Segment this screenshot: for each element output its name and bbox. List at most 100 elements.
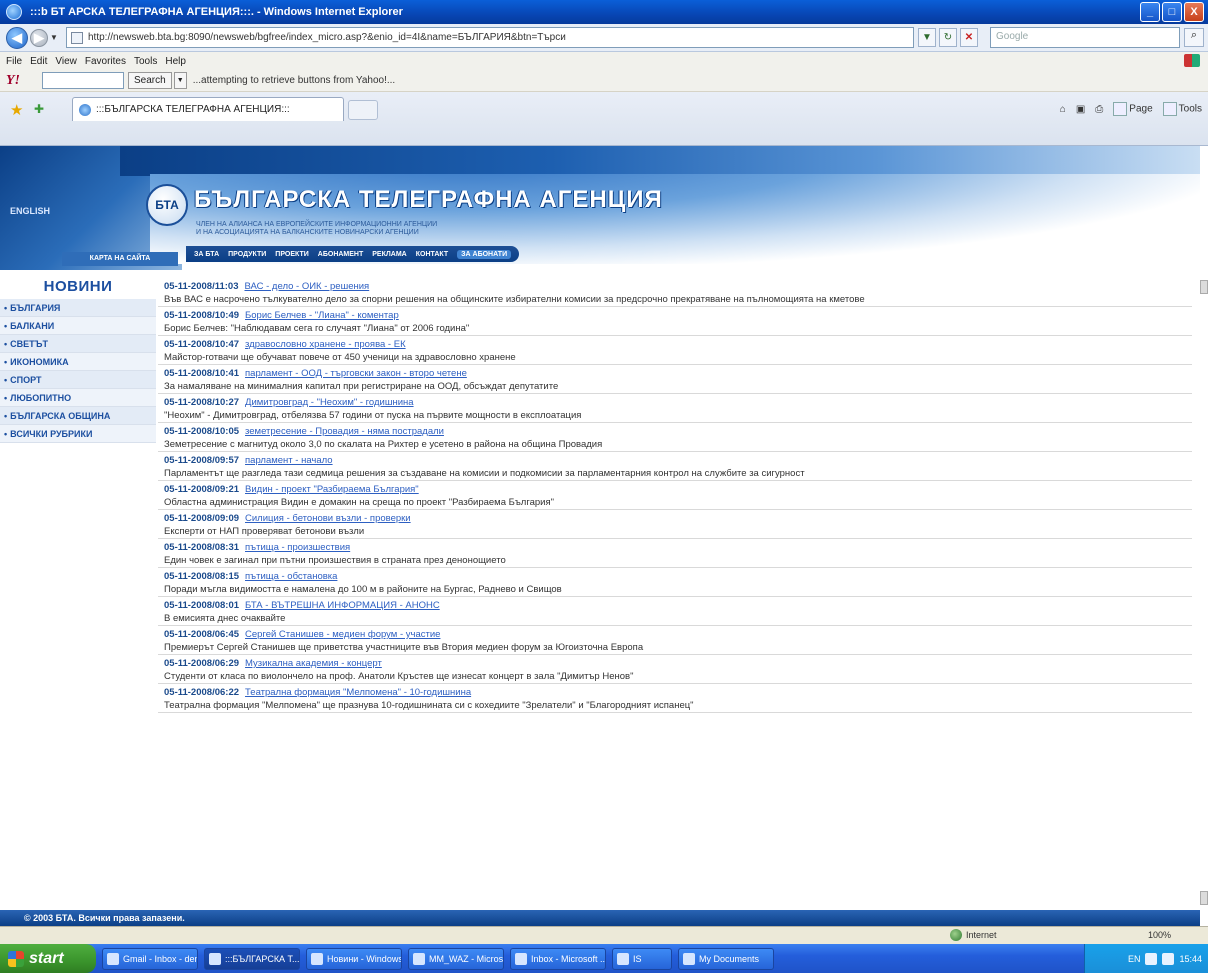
taskbar-item-gmail[interactable]: Gmail - Inbox - den... [102, 947, 198, 970]
news-item: 05-11-2008/09:57 парламент - начало Парлам… [158, 452, 1192, 481]
news-date: 05-11-2008/10:05 [164, 426, 240, 437]
news-link[interactable]: парламент - ООД - търговски закон - втор… [245, 368, 467, 379]
security-zone[interactable]: Internet [950, 929, 997, 941]
tools-menu[interactable]: Tools [1162, 102, 1202, 116]
bullet-icon: • [4, 392, 8, 403]
zone-label: Internet [966, 930, 997, 940]
menu-edit[interactable]: Edit [30, 56, 47, 67]
add-favorite-icon[interactable]: ✚ [34, 102, 44, 116]
menu-tools[interactable]: Tools [134, 56, 157, 67]
yahoo-search-input[interactable] [42, 72, 124, 89]
news-link[interactable]: пътища - произшествия [245, 542, 350, 553]
page-menu[interactable]: Page [1113, 102, 1153, 116]
taskbar-item-bta[interactable]: :::БЪЛГАРСКА Т... [204, 947, 300, 970]
news-link[interactable]: Музикална академия - концерт [245, 658, 382, 669]
agency-subtitle-2: И НА АСОЦИАЦИЯТА НА БАЛКАНСКИТЕ НОВИНАРС… [196, 229, 419, 236]
history-dropdown-icon[interactable]: ▼ [50, 33, 58, 42]
news-item: 05-11-2008/08:31 пътища - произшествия Еди… [158, 539, 1192, 568]
news-link[interactable]: Борис Белчев - "Лиана" - коментар [245, 310, 399, 321]
news-summary: Майстор-готвачи ще обучават повече от 45… [164, 352, 516, 363]
scroll-down-button[interactable] [1200, 891, 1208, 905]
sidebar-item-bulgaria[interactable]: • БЪЛГАРИЯ [0, 299, 156, 317]
menu-help[interactable]: Help [165, 56, 186, 67]
taskbar-item-documents[interactable]: My Documents [678, 947, 774, 970]
menu-view[interactable]: View [55, 56, 77, 67]
taskbar-item-word[interactable]: MM_WAZ - Microso... [408, 947, 504, 970]
scroll-up-button[interactable] [1200, 280, 1208, 294]
home-icon[interactable]: ⌂ [1060, 104, 1066, 115]
refresh-icon[interactable]: ↻ [939, 28, 957, 47]
feeds-icon[interactable]: ▣ [1076, 104, 1085, 115]
close-button[interactable]: X [1184, 2, 1204, 22]
news-link[interactable]: Театрална формация "Мелпомена" - 10-годи… [245, 687, 471, 698]
globe-icon [950, 929, 962, 941]
sidebar-item-balkans[interactable]: • БАЛКАНИ [0, 317, 156, 335]
nav-subscription[interactable]: АБОНАМЕНТ [318, 251, 363, 258]
back-button[interactable]: ◀ [6, 26, 28, 49]
news-link[interactable]: Сергей Станишев - медиен форум - участие [245, 629, 440, 640]
sidebar-item-sport[interactable]: • СПОРТ [0, 371, 156, 389]
news-link[interactable]: Димитровград - "Неохим" - годишнина [245, 397, 414, 408]
nav-contact[interactable]: КОНТАКТ [416, 251, 448, 258]
nav-products[interactable]: ПРОДУКТИ [228, 251, 266, 258]
tab-bta[interactable]: :::БЪЛГАРСКА ТЕЛЕГРАФНА АГЕНЦИЯ::: [72, 97, 344, 121]
sidebar-item-economy[interactable]: • ИКОНОМИКА [0, 353, 156, 371]
menu-favorites[interactable]: Favorites [85, 56, 126, 67]
sitemap-link[interactable]: КАРТА НА САЙТА [62, 252, 178, 266]
window-titlebar: :::b БТ АРСКА ТЕЛЕГРАФНА АГЕНЦИЯ:::. - W… [0, 0, 1208, 24]
site-banner: ENGLISH БТА БЪЛГАРСКА ТЕЛЕГРАФНА АГЕНЦИЯ… [0, 146, 1200, 270]
news-item: 05-11-2008/08:15 пътища - обстановка Порад… [158, 568, 1192, 597]
news-date: 05-11-2008/10:41 [164, 368, 240, 379]
minimize-button[interactable]: _ [1140, 2, 1160, 22]
news-link[interactable]: здравословно хранене - проява - ЕК [245, 339, 406, 350]
taskbar-item-outlook[interactable]: Inbox - Microsoft ... [510, 947, 606, 970]
stop-icon[interactable]: ✕ [960, 28, 978, 47]
subscribers-link[interactable]: ЗА АБОНАТИ [457, 249, 512, 259]
news-link[interactable]: парламент - начало [245, 455, 333, 466]
nav-projects[interactable]: ПРОЕКТИ [275, 251, 308, 258]
sidebar-item-municipality[interactable]: • БЪЛГАРСКА ОБЩИНА [0, 407, 156, 425]
sidebar-item-all[interactable]: • ВСИЧКИ РУБРИКИ [0, 425, 156, 443]
forward-button[interactable]: ▶ [30, 28, 48, 47]
address-dropdown-icon[interactable]: ▼ [918, 28, 936, 47]
bullet-icon: • [4, 428, 8, 439]
sidebar-item-world[interactable]: • СВЕТЪТ [0, 335, 156, 353]
news-item: 05-11-2008/08:01 БТА - ВЪТРЕШНА ИНФОРМАЦИ… [158, 597, 1192, 626]
yahoo-logo-icon[interactable]: Y! [6, 73, 20, 89]
bta-logo[interactable]: БТА [146, 184, 188, 226]
english-link[interactable]: ENGLISH [10, 206, 50, 216]
news-link[interactable]: Силиция - бетонови възли - проверки [245, 513, 411, 524]
news-summary: Студенти от класа по виолончело на проф.… [164, 671, 634, 682]
yahoo-search-button[interactable]: Search [128, 72, 172, 89]
news-link[interactable]: БТА - ВЪТРЕШНА ИНФОРМАЦИЯ - АНОНС [245, 600, 440, 611]
taskbar-item-news[interactable]: Новини - Windows... [306, 947, 402, 970]
page-menu-icon [1113, 102, 1128, 116]
news-link[interactable]: ВАС - дело - ОИК - решения [244, 281, 369, 292]
news-link[interactable]: земетресение - Провадия - няма пострадал… [245, 426, 444, 437]
yahoo-dropdown-icon[interactable]: ▼ [173, 72, 187, 89]
bullet-icon: • [4, 374, 8, 385]
search-icon[interactable]: ⌕ [1184, 28, 1204, 47]
language-indicator[interactable]: EN [1128, 954, 1141, 964]
news-summary: Земетресение с магнитуд около 3,0 по ска… [164, 439, 603, 450]
zoom-level[interactable]: 100% [1148, 930, 1171, 940]
tray-icon[interactable] [1145, 952, 1158, 965]
taskbar-item-folder[interactable]: IS [612, 947, 672, 970]
sidebar-item-curious[interactable]: • ЛЮБОПИТНО [0, 389, 156, 407]
search-input[interactable]: Google [990, 27, 1180, 48]
news-item: 05-11-2008/06:22 Театрална формация "Мелп… [158, 684, 1192, 713]
new-tab-button[interactable] [348, 100, 378, 120]
news-item: 05-11-2008/06:29 Музикална академия - кон… [158, 655, 1192, 684]
favorites-star-icon[interactable]: ★ [10, 101, 23, 119]
maximize-button[interactable]: □ [1162, 2, 1182, 22]
address-bar[interactable]: http://newsweb.bta.bg:8090/newsweb/bgfre… [66, 27, 914, 48]
tray-icon[interactable] [1162, 952, 1175, 965]
print-icon[interactable]: ⎙ [1095, 104, 1103, 115]
news-link[interactable]: Видин - проект "Разбираема България" [245, 484, 419, 495]
windows-logo-icon [8, 950, 24, 967]
nav-about[interactable]: ЗА БТА [194, 251, 219, 258]
start-button[interactable]: start [0, 944, 96, 973]
menu-file[interactable]: File [6, 56, 22, 67]
nav-advertising[interactable]: РЕКЛАМА [372, 251, 406, 258]
news-link[interactable]: пътища - обстановка [245, 571, 337, 582]
